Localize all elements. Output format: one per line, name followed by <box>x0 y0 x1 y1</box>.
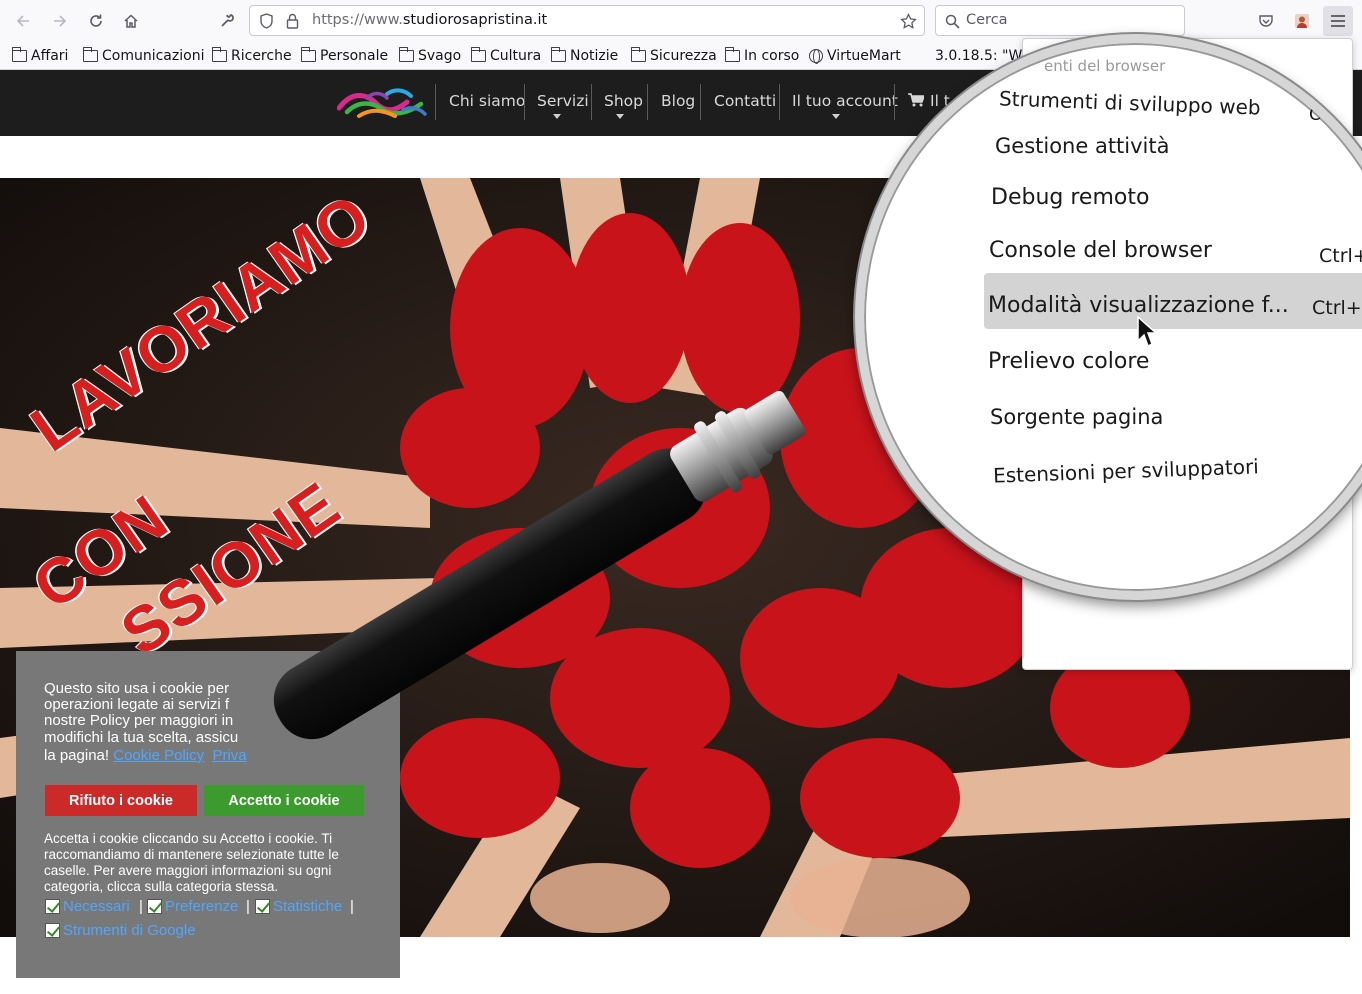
nav-separator <box>647 84 648 120</box>
wrench-icon[interactable] <box>214 8 240 34</box>
bookmark-folder[interactable]: Cultura <box>470 46 541 66</box>
folder-icon <box>470 47 486 62</box>
nav-separator <box>894 84 895 120</box>
globe-icon <box>809 49 823 64</box>
folder-icon <box>630 47 646 62</box>
address-bar[interactable]: https://www.studiorosapristina.it <box>249 5 925 36</box>
reload-icon[interactable] <box>83 8 109 34</box>
checkbox-checked[interactable] <box>147 899 162 914</box>
folder-icon <box>11 47 27 62</box>
url-text: https://www.studiorosapristina.it <box>312 12 548 28</box>
cookie-policy-link[interactable]: Cookie Policy <box>113 747 204 764</box>
folder-icon <box>398 47 414 62</box>
magnifier-handle <box>273 390 806 740</box>
folder-icon <box>550 47 566 62</box>
pocket-icon[interactable] <box>1253 8 1279 34</box>
nav-cart[interactable]: Il t <box>908 92 950 111</box>
search-icon <box>942 11 962 31</box>
shield-icon[interactable] <box>256 11 276 31</box>
nav-servizi[interactable]: Servizi <box>537 92 589 110</box>
menu-item-estensioni-sviluppatori[interactable]: Estensioni per sviluppatori <box>993 454 1259 487</box>
nav-separator <box>435 84 436 120</box>
nav-contatti[interactable]: Contatti <box>714 92 776 110</box>
lock-icon[interactable] <box>282 11 302 31</box>
menu-item-console-browser[interactable]: Console del browser <box>989 238 1212 263</box>
menu-item-strumenti-sviluppo-web[interactable]: Strumenti di sviluppo web <box>999 86 1261 119</box>
nav-separator <box>700 84 701 120</box>
search-bar[interactable]: Cerca <box>935 5 1185 36</box>
nav-account[interactable]: Il tuo account <box>792 92 898 110</box>
bookmark-folder[interactable]: Personale <box>300 46 388 66</box>
checkbox-checked[interactable] <box>45 899 60 914</box>
chevron-down-icon <box>553 114 561 119</box>
bookmark-folder[interactable]: Comunicazioni <box>82 46 204 66</box>
bookmark-folder[interactable]: In corso <box>724 46 799 66</box>
menu-header: enti del browser <box>1044 57 1166 75</box>
hamburger-menu-icon[interactable] <box>1323 6 1353 36</box>
folder-icon <box>82 47 98 62</box>
site-logo[interactable] <box>336 84 427 122</box>
category-necessari[interactable]: Necessari <box>45 898 130 915</box>
search-placeholder: Cerca <box>966 12 1008 28</box>
checkbox-checked[interactable] <box>255 899 270 914</box>
category-preferenze[interactable]: Preferenze <box>147 898 238 915</box>
menu-shortcut: Ctrl+ <box>1319 245 1362 267</box>
separator: | <box>350 898 354 915</box>
category-statistiche[interactable]: Statistiche <box>255 898 342 915</box>
menu-item-sorgente-pagina[interactable]: Sorgente pagina <box>990 405 1163 429</box>
bookmark-folder[interactable]: Affari <box>11 46 68 66</box>
menu-item-gestione-attivita[interactable]: Gestione attività <box>995 134 1170 158</box>
refuse-cookies-button[interactable]: Rifiuto i cookie <box>45 785 197 816</box>
nav-shop[interactable]: Shop <box>604 92 643 110</box>
category-strumenti-google[interactable]: Strumenti di Google <box>45 922 196 939</box>
bookmark-folder[interactable]: Sicurezza <box>630 46 717 66</box>
nav-separator <box>524 84 525 120</box>
cookie-info-text: Accetta i cookie cliccando su Accetto i … <box>44 831 339 894</box>
nav-separator <box>591 84 592 120</box>
cart-icon <box>908 93 926 111</box>
menu-item-prelievo-colore[interactable]: Prelievo colore <box>988 349 1149 374</box>
chevron-down-icon <box>616 114 624 119</box>
star-bookmark-icon[interactable] <box>898 11 918 31</box>
bookmark-folder[interactable]: Notizie <box>550 46 618 66</box>
checkbox-checked[interactable] <box>45 923 60 938</box>
nav-chi-siamo[interactable]: Chi siamo <box>449 92 525 110</box>
forward-arrow-icon[interactable] <box>47 8 73 34</box>
bookmark-folder[interactable]: Svago <box>398 46 461 66</box>
account-avatar-icon[interactable] <box>1289 8 1315 34</box>
menu-shortcut: Ctrl+M <box>1312 297 1362 319</box>
nav-blog[interactable]: Blog <box>661 92 695 110</box>
nav-separator <box>779 84 780 120</box>
browser-window: { "browser": { "url_prefix": "https://ww… <box>0 0 1362 994</box>
menu-shortcut: Ctrl <box>1309 105 1340 125</box>
folder-icon <box>300 47 316 62</box>
bookmark-folder[interactable]: Ricerche <box>211 46 292 66</box>
separator: | <box>246 898 250 915</box>
folder-icon <box>211 47 227 62</box>
folder-icon <box>724 47 740 62</box>
menu-item-debug-remoto[interactable]: Debug remoto <box>991 185 1149 210</box>
back-arrow-icon[interactable] <box>10 8 36 34</box>
home-icon[interactable] <box>118 8 144 34</box>
mouse-cursor-icon <box>1136 315 1158 353</box>
bookmark-link[interactable]: VirtueMart <box>809 46 901 66</box>
chevron-down-icon <box>832 114 840 119</box>
separator: | <box>139 898 143 915</box>
